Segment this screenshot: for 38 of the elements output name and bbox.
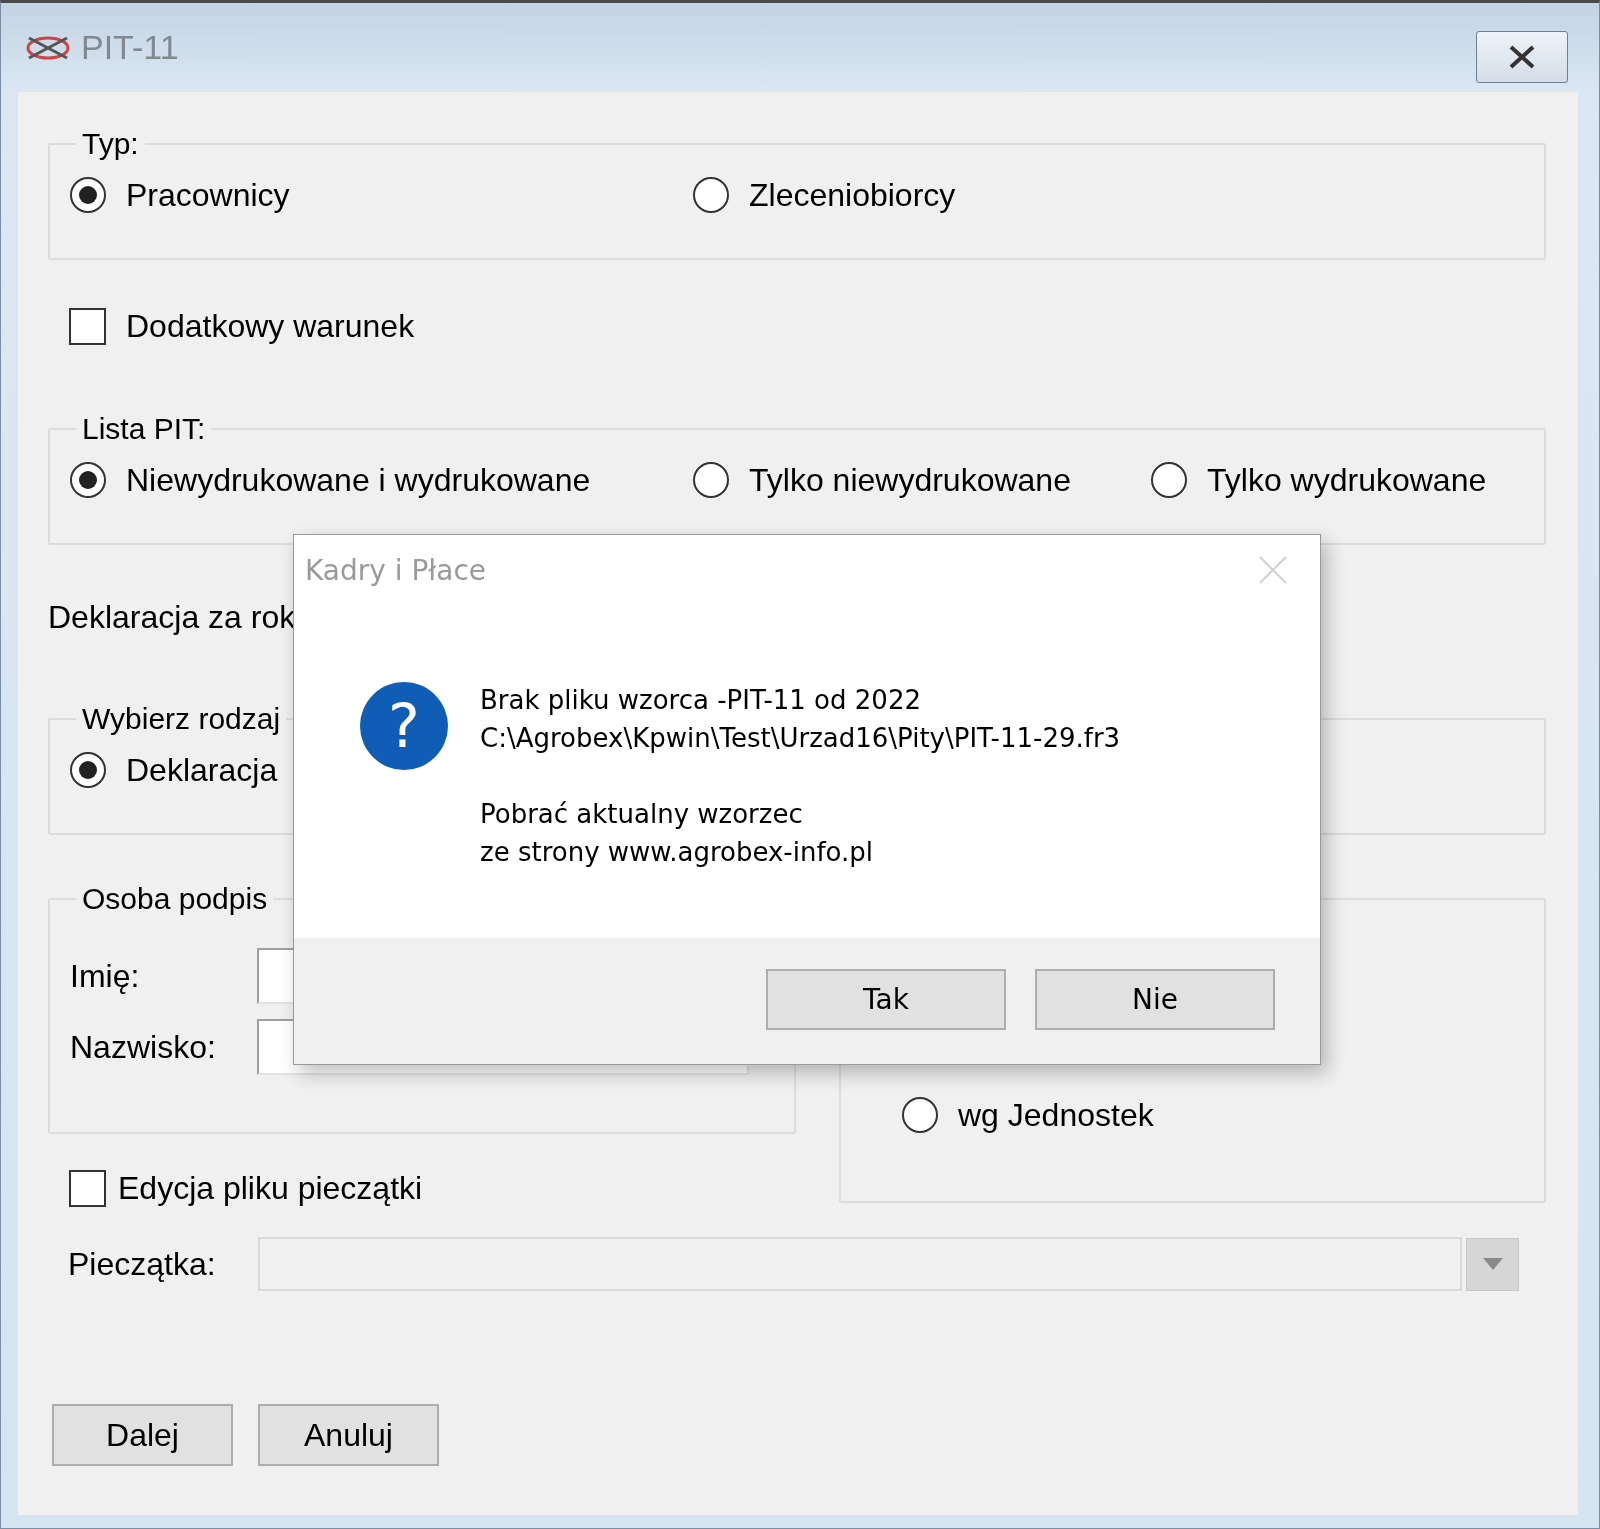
radio-button[interactable] <box>902 1097 938 1133</box>
checkbox-label: Edycja pliku pieczątki <box>118 1169 423 1208</box>
dialog-button[interactable]: Tak <box>766 969 1006 1030</box>
group-title: Lista PIT: <box>81 411 207 447</box>
field-label: Nazwisko: <box>70 1028 217 1067</box>
question-mark-glyph: ? <box>388 691 420 761</box>
radio-button[interactable] <box>1151 462 1187 498</box>
radio-label: Tylko wydrukowane <box>1207 461 1487 500</box>
dialog-button[interactable]: Dalej <box>52 1404 233 1466</box>
checkbox[interactable] <box>69 307 106 345</box>
radio-button[interactable] <box>693 177 729 213</box>
dialog-button[interactable]: Nie <box>1035 969 1275 1030</box>
close-button[interactable] <box>1476 31 1568 83</box>
group-title: Osoba podpis <box>81 881 269 917</box>
message-text: Brak pliku wzorca -PIT-11 od 2022 C:\Agrobex\Kpwin\Test\Urzad16\Pity\PIT-11-29.fr3 <box>480 684 1121 755</box>
radio-label: Tylko niewydrukowane <box>749 461 1071 500</box>
radio-button[interactable] <box>70 177 106 213</box>
field-label: Imię: <box>70 957 141 996</box>
radio-button[interactable] <box>693 462 729 498</box>
window-title: PIT-11 <box>81 28 179 67</box>
radio-label: Pracownicy <box>126 176 290 215</box>
message-text: Pobrać aktualny wzorzec ze strony www.agrobex-info.pl <box>480 798 875 869</box>
caret-down-icon <box>1482 1258 1503 1270</box>
checkbox[interactable] <box>69 1169 106 1207</box>
radio-label: Deklaracja <box>126 751 278 790</box>
dialog-button[interactable]: Anuluj <box>258 1404 439 1466</box>
dialog-title: Kadry i Płace <box>305 553 487 587</box>
year-label: Deklaracja za rok <box>48 598 297 637</box>
radio-label: Zleceniobiorcy <box>749 176 956 215</box>
radio-label: wg Jednostek <box>958 1096 1154 1135</box>
checkbox-label: Dodatkowy warunek <box>126 307 415 346</box>
group-title: Typ: <box>81 126 140 162</box>
group-title: Wybierz rodzaj <box>81 701 282 737</box>
close-icon <box>1507 45 1537 69</box>
field-label: Pieczątka: <box>68 1245 217 1284</box>
radio-button[interactable] <box>70 752 106 788</box>
radio-label: Niewydrukowane i wydrukowane <box>126 461 591 500</box>
radio-button[interactable] <box>70 462 106 498</box>
